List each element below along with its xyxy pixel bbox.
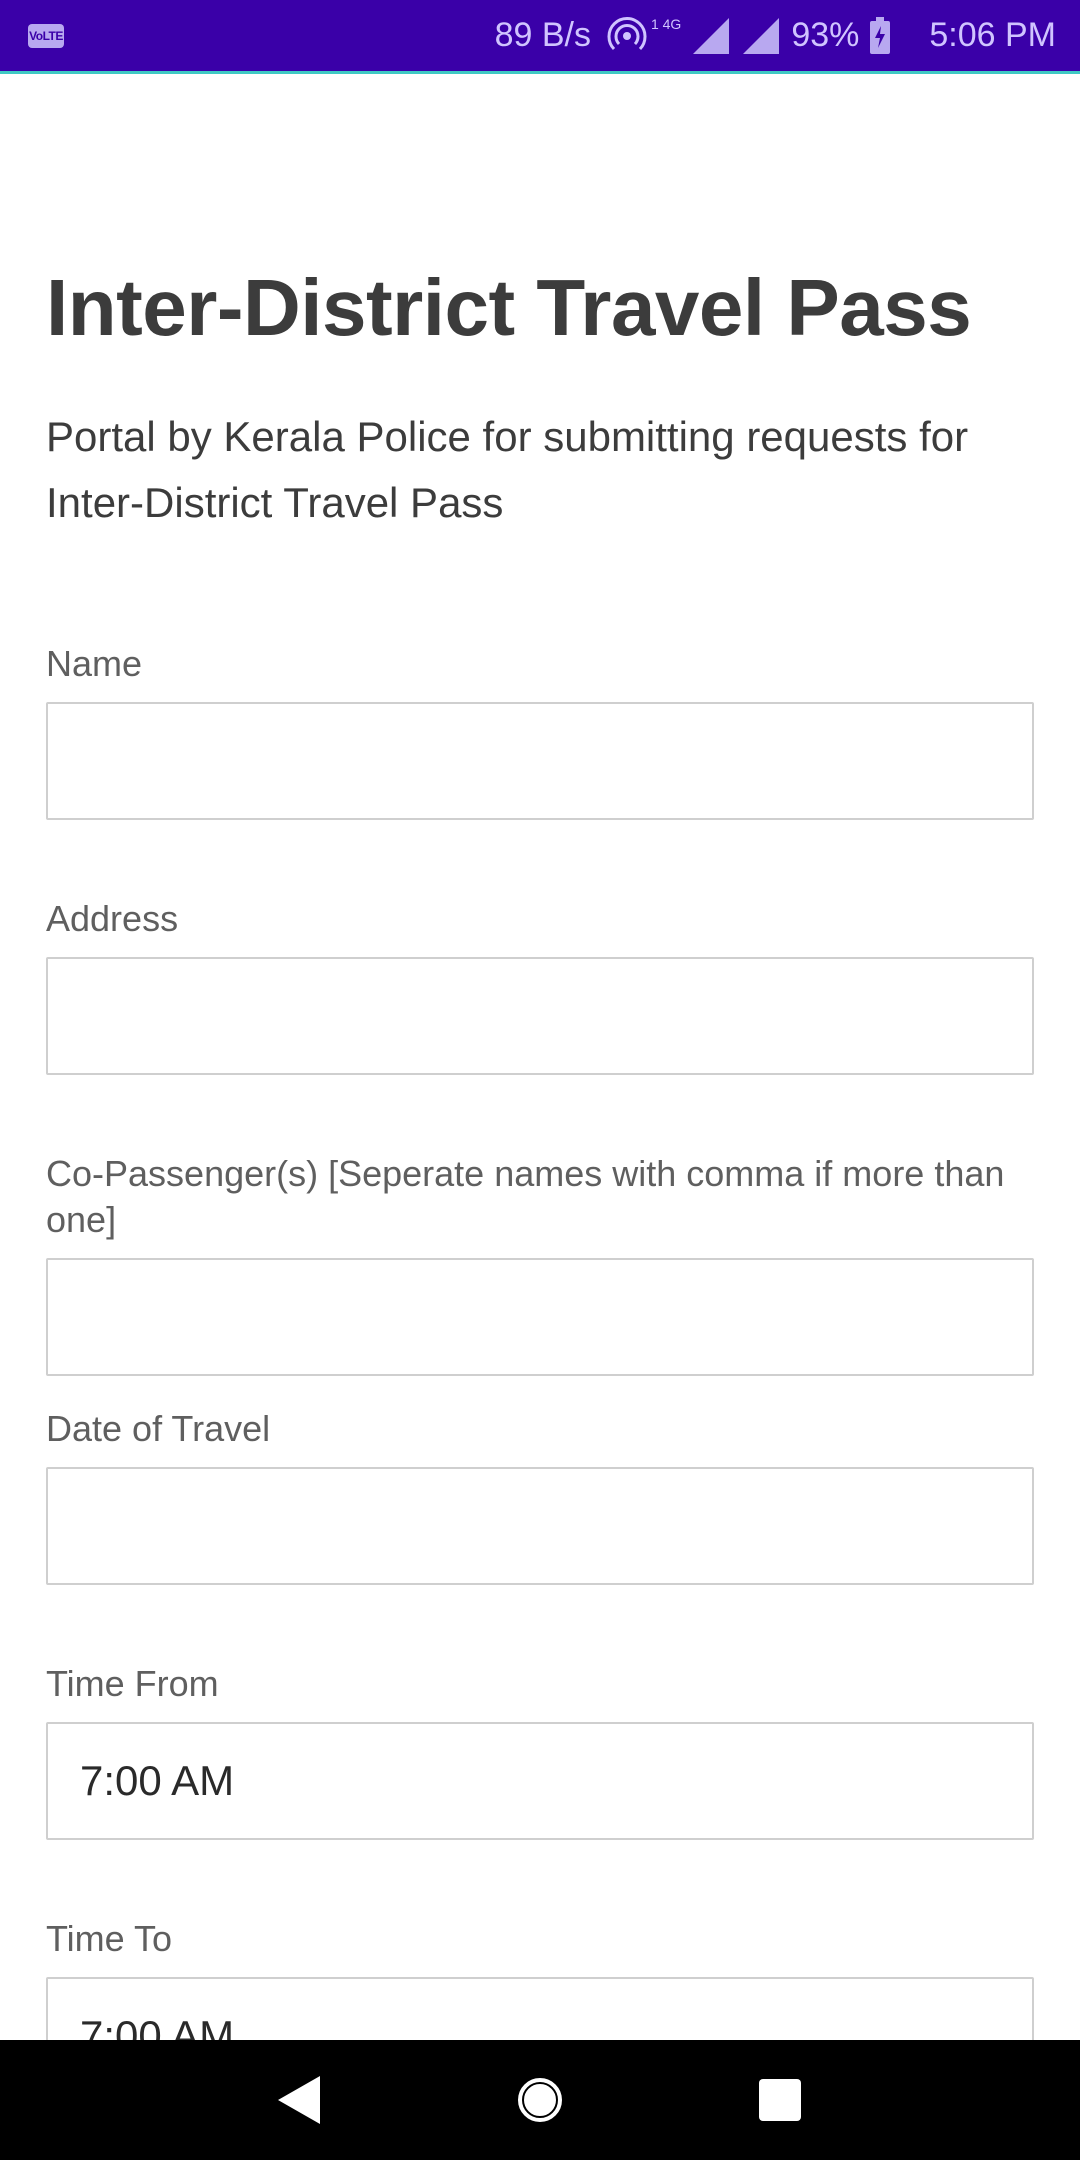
battery-charging-icon	[870, 16, 891, 54]
time-from-field[interactable]	[46, 1722, 1034, 1840]
date-of-travel-field[interactable]	[46, 1467, 1034, 1585]
status-bar-accent-line	[0, 71, 1080, 74]
address-field[interactable]	[46, 957, 1034, 1075]
page-title: Inter-District Travel Pass	[46, 263, 972, 352]
signal-icon	[693, 17, 730, 54]
copassengers-label: Co-Passenger(s) [Seperate names with com…	[46, 1153, 1005, 1240]
home-circle-icon	[518, 2078, 562, 2122]
copassengers-field[interactable]	[46, 1258, 1034, 1376]
navigation-bar	[0, 2040, 1080, 2160]
time-from-label: Time From	[46, 1663, 219, 1704]
battery-percent: 93%	[791, 16, 860, 54]
recents-button[interactable]	[720, 2040, 840, 2160]
net-speed: 89 B/s	[494, 16, 591, 54]
page-subtitle: Portal by Kerala Police for submitting r…	[46, 413, 969, 526]
volte-icon: VoLTE	[28, 24, 64, 48]
status-bar-right: 89 B/s 1 4G 93% 5:06 PM	[495, 0, 1056, 71]
signal-icon-2	[743, 17, 780, 54]
recents-square-icon	[759, 2079, 801, 2121]
hotspot-icon	[607, 16, 647, 50]
network-type: 1 4G	[650, 15, 682, 32]
name-field[interactable]	[46, 702, 1034, 820]
time-to-label: Time To	[46, 1918, 173, 1959]
back-triangle-icon	[278, 2076, 320, 2124]
home-button[interactable]	[480, 2040, 600, 2160]
name-label: Name	[46, 643, 143, 684]
date-of-travel-label: Date of Travel	[46, 1408, 271, 1449]
address-label: Address	[46, 898, 179, 939]
clock: 5:06 PM	[929, 16, 1056, 54]
status-bar: VoLTE 89 B/s 1 4G 93% 5:06 PM	[0, 0, 1080, 71]
back-button[interactable]	[240, 2040, 360, 2160]
